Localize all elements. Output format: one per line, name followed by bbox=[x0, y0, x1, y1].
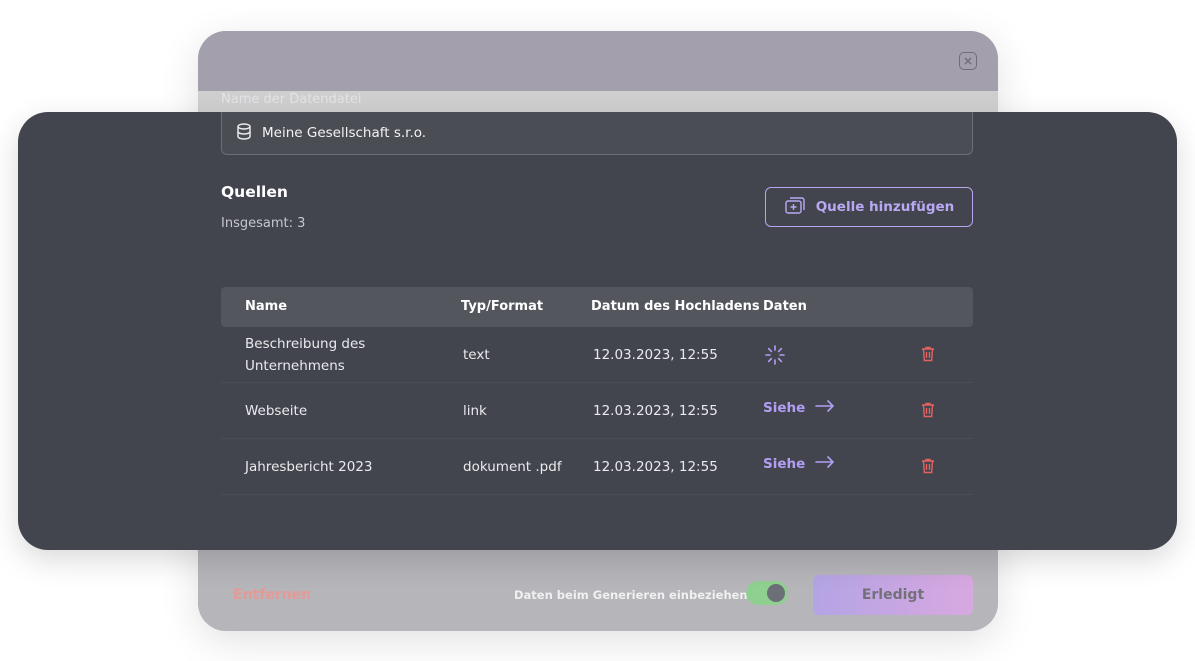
include-in-generation-toggle[interactable] bbox=[746, 581, 788, 605]
view-data-link[interactable]: Siehe bbox=[763, 456, 835, 472]
row-upload-date: 12.03.2023, 12:55 bbox=[593, 347, 718, 363]
row-upload-date: 12.03.2023, 12:55 bbox=[593, 403, 718, 419]
table-row: Webseite link 12.03.2023, 12:55 Siehe bbox=[221, 383, 973, 439]
add-source-label: Quelle hinzufügen bbox=[815, 199, 955, 215]
row-type: text bbox=[463, 347, 490, 363]
loading-spinner-icon bbox=[764, 344, 786, 366]
include-in-generation-label: Daten beim Generieren einbeziehen bbox=[514, 588, 748, 602]
trash-icon[interactable] bbox=[921, 346, 935, 366]
add-source-button[interactable]: Quelle hinzufügen bbox=[765, 187, 973, 227]
database-icon bbox=[236, 122, 252, 144]
datafile-name-value: Meine Gesellschaft s.r.o. bbox=[262, 125, 427, 141]
datafile-name-field[interactable]: Meine Gesellschaft s.r.o. bbox=[221, 112, 973, 155]
trash-icon[interactable] bbox=[921, 402, 935, 422]
modal-header bbox=[198, 31, 998, 91]
sources-total-count: Insgesamt: 3 bbox=[221, 216, 306, 231]
arrow-right-icon bbox=[815, 456, 835, 472]
done-button[interactable]: Erledigt bbox=[813, 575, 973, 615]
row-type: dokument .pdf bbox=[463, 459, 562, 475]
row-type: link bbox=[463, 403, 487, 419]
view-data-link[interactable]: Siehe bbox=[763, 400, 835, 416]
table-row: Beschreibung des Unternehmens text 12.03… bbox=[221, 327, 973, 383]
row-name: Beschreibung des Unternehmens bbox=[245, 333, 365, 377]
remove-button[interactable]: Entfernen bbox=[233, 587, 311, 603]
view-data-label: Siehe bbox=[763, 456, 806, 472]
column-header-data[interactable]: Daten bbox=[763, 299, 807, 314]
row-name: Webseite bbox=[245, 403, 308, 419]
modal-footer: Entfernen Daten beim Generieren einbezie… bbox=[198, 559, 998, 631]
column-header-name[interactable]: Name bbox=[245, 299, 287, 314]
column-header-type[interactable]: Typ/Format bbox=[461, 299, 543, 314]
view-data-label: Siehe bbox=[763, 400, 806, 416]
datafile-name-label: Name der Datendatei bbox=[221, 92, 362, 107]
add-folder-icon bbox=[784, 195, 806, 219]
arrow-right-icon bbox=[815, 400, 835, 416]
row-name-line: Unternehmens bbox=[245, 358, 345, 374]
sources-title: Quellen bbox=[221, 183, 288, 201]
toggle-knob bbox=[767, 584, 785, 602]
column-header-upload-date[interactable]: Datum des Hochladens bbox=[591, 299, 760, 314]
sources-table-header: Name Typ/Format Datum des Hochladens Dat… bbox=[221, 287, 973, 327]
row-name-line: Beschreibung des bbox=[245, 336, 366, 352]
row-name: Jahresbericht 2023 bbox=[245, 459, 373, 475]
close-icon[interactable] bbox=[959, 52, 977, 70]
table-row: Jahresbericht 2023 dokument .pdf 12.03.2… bbox=[221, 439, 973, 495]
trash-icon[interactable] bbox=[921, 458, 935, 478]
row-upload-date: 12.03.2023, 12:55 bbox=[593, 459, 718, 475]
